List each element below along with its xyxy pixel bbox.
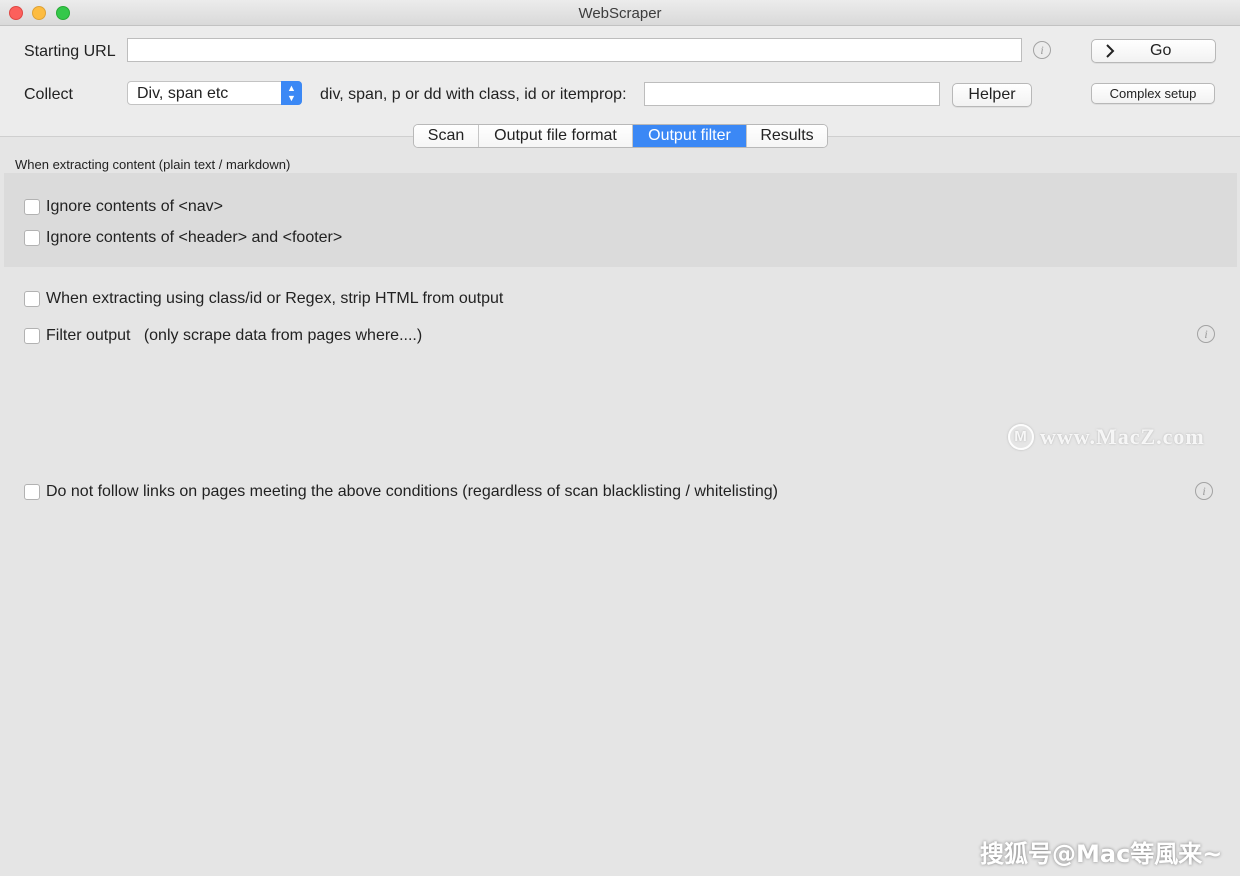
macz-watermark-text: www.MacZ.com bbox=[1040, 424, 1205, 449]
tab-output-filter[interactable]: Output filter bbox=[633, 125, 747, 147]
macz-watermark: M www.MacZ.com bbox=[1008, 424, 1205, 450]
sohu-watermark: 搜狐号@Mac等風来~ bbox=[980, 840, 1223, 868]
filter-output-label: Filter output (only scrape data from pag… bbox=[46, 327, 423, 344]
collect-description: div, span, p or dd with class, id or ite… bbox=[320, 86, 627, 103]
tab-output-file-format[interactable]: Output file format bbox=[479, 125, 633, 147]
do-not-follow-info-icon[interactable]: i bbox=[1195, 482, 1213, 500]
content-options-group bbox=[4, 173, 1237, 267]
helper-button[interactable]: Helper bbox=[952, 83, 1032, 107]
collect-select-value: Div, span etc bbox=[137, 85, 229, 102]
starting-url-input[interactable] bbox=[127, 38, 1022, 62]
info-icon[interactable]: i bbox=[1033, 41, 1051, 59]
title-bar: WebScraper bbox=[0, 0, 1240, 26]
ignore-nav-checkbox[interactable] bbox=[24, 199, 40, 215]
ignore-header-footer-label: Ignore contents of <header> and <footer> bbox=[46, 229, 343, 246]
go-button-label: Go bbox=[1150, 42, 1172, 59]
collect-select[interactable]: Div, span etc ▲ ▼ bbox=[127, 81, 302, 105]
macz-logo-icon: M bbox=[1008, 424, 1034, 450]
select-stepper-icon: ▲ ▼ bbox=[281, 81, 302, 105]
do-not-follow-checkbox[interactable] bbox=[24, 484, 40, 500]
ignore-nav-label: Ignore contents of <nav> bbox=[46, 198, 224, 215]
ignore-nav-option[interactable]: Ignore contents of <nav> bbox=[24, 198, 223, 216]
collect-class-input[interactable] bbox=[644, 82, 940, 106]
tab-bar: Scan Output file format Output filter Re… bbox=[413, 124, 828, 148]
do-not-follow-label: Do not follow links on pages meeting the… bbox=[46, 483, 778, 500]
filter-output-option[interactable]: Filter output (only scrape data from pag… bbox=[24, 327, 422, 345]
filter-output-checkbox[interactable] bbox=[24, 328, 40, 344]
section-heading: When extracting content (plain text / ma… bbox=[15, 157, 291, 172]
complex-setup-button[interactable]: Complex setup bbox=[1091, 83, 1215, 104]
tab-scan[interactable]: Scan bbox=[414, 125, 479, 147]
starting-url-label: Starting URL bbox=[24, 43, 116, 60]
strip-html-label: When extracting using class/id or Regex,… bbox=[46, 290, 504, 307]
ignore-header-footer-checkbox[interactable] bbox=[24, 230, 40, 246]
strip-html-option[interactable]: When extracting using class/id or Regex,… bbox=[24, 290, 503, 308]
go-button[interactable]: Go bbox=[1091, 39, 1216, 63]
do-not-follow-option[interactable]: Do not follow links on pages meeting the… bbox=[24, 483, 778, 501]
window-title: WebScraper bbox=[578, 5, 662, 22]
tab-results[interactable]: Results bbox=[747, 125, 827, 147]
ignore-header-footer-option[interactable]: Ignore contents of <header> and <footer> bbox=[24, 229, 342, 247]
chevron-right-icon bbox=[1102, 42, 1118, 60]
collect-label: Collect bbox=[24, 86, 73, 103]
filter-output-info-icon[interactable]: i bbox=[1197, 325, 1215, 343]
strip-html-checkbox[interactable] bbox=[24, 291, 40, 307]
